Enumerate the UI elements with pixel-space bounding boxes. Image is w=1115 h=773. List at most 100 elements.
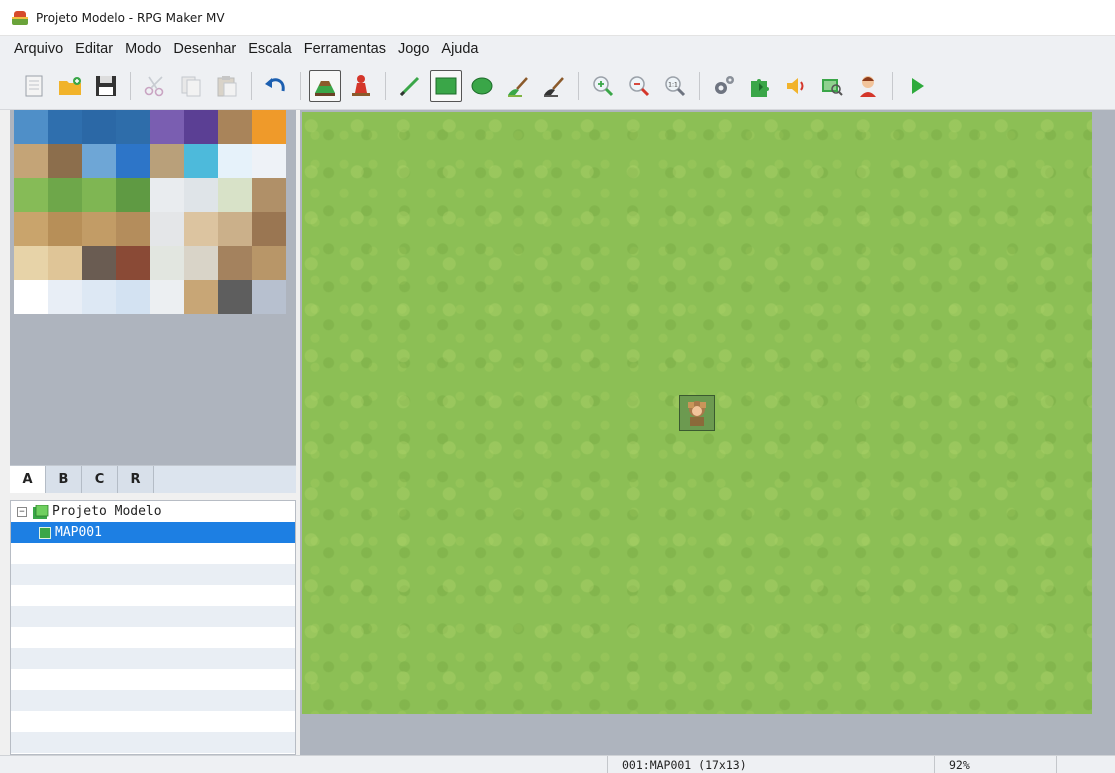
- map-icon: [39, 526, 51, 539]
- tile-rock[interactable]: [14, 144, 48, 178]
- tile-grass[interactable]: [82, 178, 116, 212]
- tile-deep-sea[interactable]: [116, 110, 150, 144]
- tile-grass[interactable]: [14, 178, 48, 212]
- tile-poison[interactable]: [184, 110, 218, 144]
- collapse-icon[interactable]: −: [17, 506, 27, 517]
- tile-dirt[interactable]: [14, 212, 48, 246]
- menu-ajuda[interactable]: Ajuda: [435, 36, 484, 62]
- player-start-event[interactable]: [679, 395, 715, 431]
- save-project-button[interactable]: [90, 70, 122, 102]
- tile-shallow[interactable]: [82, 144, 116, 178]
- tab-c[interactable]: C: [82, 466, 118, 493]
- tile-sand[interactable]: [14, 246, 48, 280]
- tile-grass[interactable]: [116, 178, 150, 212]
- tree-map-row[interactable]: MAP001: [11, 522, 295, 543]
- menu-ferramentas[interactable]: Ferramentas: [298, 36, 392, 62]
- paste-button[interactable]: [211, 70, 243, 102]
- tile-rock[interactable]: [150, 144, 184, 178]
- event-mode-icon: [352, 74, 370, 96]
- tile-sand-hill[interactable]: [184, 212, 218, 246]
- tile-poison[interactable]: [150, 110, 184, 144]
- character-generator-button[interactable]: [852, 70, 884, 102]
- tile-snow-mountain[interactable]: [252, 280, 286, 314]
- tile-mountain[interactable]: [252, 212, 286, 246]
- undo-button[interactable]: [260, 70, 292, 102]
- tile-lava-rock[interactable]: [218, 110, 252, 144]
- tile-deep-sea[interactable]: [48, 110, 82, 144]
- tile-rocks[interactable]: [218, 246, 252, 280]
- tile-rocks[interactable]: [252, 246, 286, 280]
- tile-grid[interactable]: [14, 110, 286, 314]
- paste-icon: [217, 75, 237, 96]
- tile-sand[interactable]: [48, 246, 82, 280]
- menu-jogo[interactable]: Jogo: [392, 36, 435, 62]
- sound-test-button[interactable]: [780, 70, 812, 102]
- tree-project-row[interactable]: − Projeto Modelo: [11, 501, 295, 522]
- copy-button[interactable]: [175, 70, 207, 102]
- map-mode-button[interactable]: [309, 69, 341, 102]
- zoom-actual-button[interactable]: 1:1: [659, 70, 691, 102]
- event-searcher-button[interactable]: [816, 70, 848, 102]
- cut-button[interactable]: [139, 70, 171, 102]
- open-project-button[interactable]: [54, 70, 86, 102]
- zoom-out-button[interactable]: [623, 70, 655, 102]
- rectangle-button[interactable]: [430, 69, 462, 102]
- tile-grass[interactable]: [48, 178, 82, 212]
- tile-tree[interactable]: [150, 178, 184, 212]
- tile-dark-rock[interactable]: [218, 280, 252, 314]
- tile-rock[interactable]: [48, 144, 82, 178]
- tree-empty-row: [11, 669, 295, 690]
- tile-snow[interactable]: [14, 280, 48, 314]
- tile-lava-field[interactable]: [82, 246, 116, 280]
- menu-desenhar[interactable]: Desenhar: [167, 36, 242, 62]
- tile-hill[interactable]: [218, 212, 252, 246]
- pencil-button[interactable]: [394, 70, 426, 102]
- tab-b[interactable]: B: [46, 466, 82, 493]
- menu-arquivo[interactable]: Arquivo: [8, 36, 69, 62]
- event-mode-button[interactable]: [345, 70, 377, 102]
- tile-hill[interactable]: [218, 178, 252, 212]
- tile-dead-tree[interactable]: [150, 212, 184, 246]
- tile-snow-tree[interactable]: [150, 280, 184, 314]
- zoom-out-icon: [629, 75, 650, 96]
- tile-snow[interactable]: [48, 280, 82, 314]
- menu-modo[interactable]: Modo: [119, 36, 167, 62]
- menu-escala[interactable]: Escala: [242, 36, 298, 62]
- svg-text:1:1: 1:1: [668, 81, 678, 88]
- tile-rock-pile[interactable]: [184, 246, 218, 280]
- shadow-pen-button[interactable]: [538, 70, 570, 102]
- tile-cloud[interactable]: [252, 144, 286, 178]
- tile-mountain[interactable]: [252, 178, 286, 212]
- tree-empty-row: [11, 732, 295, 753]
- menu-editar[interactable]: Editar: [69, 36, 119, 62]
- title-bar: Projeto Modelo - RPG Maker MV: [0, 0, 1115, 36]
- tile-palm[interactable]: [150, 246, 184, 280]
- tile-waterfall[interactable]: [184, 144, 218, 178]
- tile-ice[interactable]: [218, 144, 252, 178]
- tile-dirt[interactable]: [82, 212, 116, 246]
- tileset-palette[interactable]: [10, 110, 296, 465]
- tab-r[interactable]: R: [118, 466, 154, 493]
- plugin-manager-button[interactable]: [744, 70, 776, 102]
- tile-lava[interactable]: [252, 110, 286, 144]
- new-project-button[interactable]: [18, 70, 50, 102]
- database-button[interactable]: [708, 70, 740, 102]
- tile-tree[interactable]: [184, 178, 218, 212]
- map-editor: [300, 110, 1115, 755]
- map-canvas[interactable]: [302, 112, 1092, 714]
- tile-deep-sea[interactable]: [82, 110, 116, 144]
- tile-dirt[interactable]: [116, 212, 150, 246]
- fill-icon: [508, 76, 528, 97]
- tile-lava-field[interactable]: [116, 246, 150, 280]
- tile-sea[interactable]: [14, 110, 48, 144]
- tile-crater[interactable]: [184, 280, 218, 314]
- tile-whirlpool[interactable]: [116, 144, 150, 178]
- playtest-button[interactable]: [901, 70, 933, 102]
- zoom-in-button[interactable]: [587, 70, 619, 102]
- tile-dirt[interactable]: [48, 212, 82, 246]
- tile-snow[interactable]: [82, 280, 116, 314]
- tile-snow[interactable]: [116, 280, 150, 314]
- ellipse-button[interactable]: [466, 70, 498, 102]
- fill-button[interactable]: [502, 70, 534, 102]
- tab-a[interactable]: A: [10, 466, 46, 493]
